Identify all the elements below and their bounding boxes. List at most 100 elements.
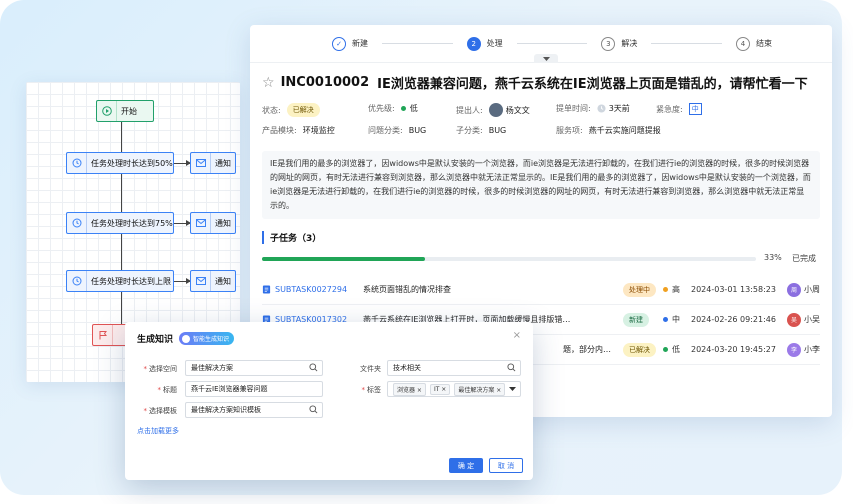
meta-time: 提单时间: 3天前	[556, 104, 630, 113]
subtask-priority: 低	[657, 344, 691, 355]
subtask-time: 2024-02-26 09:21:46	[691, 315, 776, 324]
subtask-heading: 子任务（3）	[262, 231, 321, 244]
step-new[interactable]: ✓ 新建	[332, 36, 368, 51]
avatar: 吴	[787, 312, 801, 327]
search-icon	[507, 363, 516, 372]
priority-dot	[400, 106, 406, 111]
step-divider	[382, 43, 453, 44]
subtask-assignee[interactable]: 周 小周	[787, 282, 820, 297]
meta-category: 问题分类: BUG	[368, 126, 427, 135]
subtask-progress-bar	[262, 257, 756, 261]
space-label: * 选择空间	[143, 365, 178, 373]
step-number: 3	[601, 36, 616, 51]
clock-icon	[67, 213, 87, 233]
step-number: 2	[466, 36, 481, 51]
flow-node-label: 开始	[121, 106, 137, 116]
progress-done-label: 已完成	[792, 254, 816, 263]
flow-arrow	[174, 278, 191, 284]
template-select[interactable]: 最佳解决方案知识模板	[185, 402, 323, 418]
tags-label: * 标签	[361, 386, 382, 394]
mail-icon	[191, 213, 211, 233]
tag-chip[interactable]: 最佳解决方案 ×	[454, 382, 506, 396]
step-processing[interactable]: 2 处理	[466, 36, 503, 51]
tag-chip[interactable]: 浏览器 ×	[393, 382, 426, 396]
urgency-badge: 中	[688, 103, 702, 115]
mail-icon	[191, 153, 211, 173]
flow-node-timer-75[interactable]: 任务处理时长达到75%	[66, 212, 174, 234]
flow-node-label: 通知	[215, 218, 231, 228]
clock-icon	[67, 271, 87, 291]
flow-node-notify-2[interactable]: 通知	[190, 212, 236, 234]
flow-node-label: 任务处理时长达到75%	[91, 218, 173, 228]
close-icon[interactable]: ×	[513, 330, 521, 341]
meta-status: 状态: 已解决	[262, 103, 320, 117]
flow-arrow	[174, 160, 191, 166]
mail-icon	[191, 271, 211, 291]
chevron-down-icon	[542, 56, 550, 61]
flow-node-label: 通知	[215, 276, 231, 286]
flow-node-label: 任务处理时长达到上限	[91, 276, 171, 286]
status-badge: 已解决	[286, 103, 320, 117]
collapse-toggle[interactable]	[534, 54, 558, 63]
flow-node-timer-50[interactable]: 任务处理时长达到50%	[66, 152, 174, 174]
meta-subtype: 子分类: BUG	[456, 126, 507, 135]
step-label: 处理	[486, 39, 503, 48]
subtask-time: 2024-03-01 13:58:23	[691, 285, 776, 294]
cancel-button[interactable]: 取 消	[489, 458, 523, 473]
generate-knowledge-dialog: 生成知识 智能生成知识 × * 选择空间 最佳解决方案 * 标题 燕千云IE浏览器兼…	[125, 322, 533, 480]
folder-label: 文件夹	[360, 365, 381, 373]
confirm-button[interactable]: 确 定	[449, 458, 483, 473]
flow-node-notify-3[interactable]: 通知	[190, 270, 236, 292]
step-number: 4	[736, 36, 751, 51]
star-icon[interactable]: ☆	[262, 75, 275, 91]
flow-node-label: 任务处理时长达到50%	[91, 158, 173, 168]
subtask-priority: 中	[657, 314, 691, 325]
tags-select[interactable]: 浏览器 × IT × 最佳解决方案 ×	[387, 381, 521, 397]
process-stepper: ✓ 新建 2 处理 3 解决 4 结束	[250, 25, 832, 63]
subtask-code[interactable]: SUBTASK0027294	[275, 285, 363, 294]
tag-chip[interactable]: IT ×	[429, 383, 451, 395]
status-badge: 新建	[623, 312, 649, 327]
step-divider	[651, 43, 723, 44]
search-icon	[309, 405, 318, 414]
progress-fill	[262, 257, 426, 261]
search-icon	[309, 363, 318, 372]
flow-node-timer-limit[interactable]: 任务处理时长达到上限	[66, 270, 174, 292]
step-label: 新建	[352, 39, 368, 48]
meta-urgency: 紧急度: 中	[656, 103, 702, 115]
flow-node-notify-1[interactable]: 通知	[190, 152, 236, 174]
progress-percent: 33%	[764, 253, 782, 262]
subtask-assignee[interactable]: 李 小李	[787, 342, 820, 357]
load-more-link[interactable]: 点击加载更多	[137, 426, 179, 436]
meta-service: 服务项: 燕千云实施问题提报	[556, 126, 661, 135]
subtask-assignee[interactable]: 吴 小吴	[787, 312, 820, 327]
flow-node-start[interactable]: 开始	[96, 100, 154, 122]
step-resolve[interactable]: 3 解决	[601, 36, 638, 51]
flag-icon	[93, 325, 113, 345]
check-icon: ✓	[332, 36, 346, 51]
status-badge: 已解决	[623, 342, 656, 357]
step-close[interactable]: 4 结束	[736, 36, 773, 51]
meta-module: 产品模块: 环境监控	[262, 126, 335, 135]
avatar: 周	[787, 282, 801, 297]
folder-select[interactable]: 技术相关	[387, 360, 521, 376]
space-select[interactable]: 最佳解决方案	[185, 360, 323, 376]
clock-icon	[67, 153, 87, 173]
step-label: 解决	[621, 39, 638, 48]
subtask-name: 系统页面错乱的情况排查	[363, 285, 451, 294]
ai-generate-badge[interactable]: 智能生成知识	[179, 332, 235, 345]
ticket-title: IE浏览器兼容问题，燕千云系统在IE浏览器上页面是错乱的，请帮忙看一下	[377, 77, 808, 92]
ticket-description: IE是我们用的最多的浏览器了，因widows中是默认安装的一个浏览器，而ie浏览…	[262, 151, 820, 219]
title-label: * 标题	[157, 386, 178, 394]
title-input[interactable]: 燕千云IE浏览器兼容问题	[185, 381, 323, 397]
status-badge: 处理中	[623, 282, 656, 297]
clock-icon	[597, 104, 606, 113]
avatar: 李	[787, 342, 801, 357]
caret-down-icon	[509, 387, 516, 391]
table-row[interactable]: SUBTASK0027294 系统页面错乱的情况排查 处理中 高 2024-03…	[262, 275, 820, 305]
dialog-title: 生成知识 智能生成知识	[137, 332, 235, 345]
step-label: 结束	[756, 39, 773, 48]
ticket-id: INC0010002	[280, 75, 370, 90]
document-icon	[262, 285, 271, 294]
play-icon	[97, 101, 117, 121]
